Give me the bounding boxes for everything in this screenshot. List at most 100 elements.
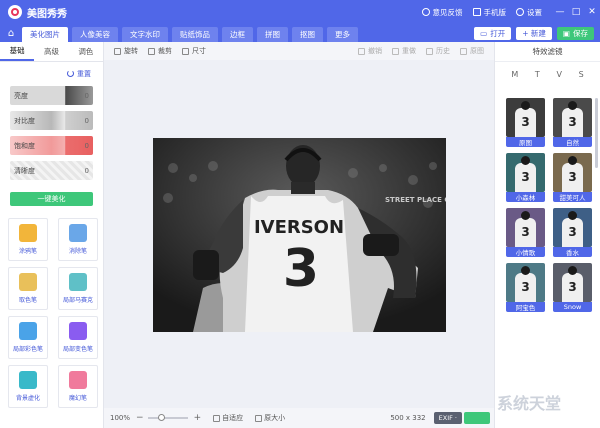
save-icon: ▣ xyxy=(562,28,570,38)
redo-icon xyxy=(392,47,399,55)
tool-button-5[interactable]: 局部变色笔 xyxy=(58,316,98,359)
adjust-panel: 基础 高级 调色 重置 亮度 0 对比度 0 饱和度 0 清晰度 0 一键美化 涂鸦笔 消除笔… xyxy=(0,42,104,428)
open-button[interactable]: ▭ 打开 xyxy=(474,26,512,40)
tool-icon xyxy=(69,273,87,291)
fit-icon xyxy=(213,414,221,422)
filter-item[interactable]: 3 甜美可人 xyxy=(553,153,592,202)
tool-icon xyxy=(69,224,87,242)
zoom-out-button[interactable]: − xyxy=(136,413,144,423)
filter-thumbnail: 3 xyxy=(506,153,545,192)
tool-icon xyxy=(19,273,37,291)
history-icon xyxy=(426,47,433,55)
actual-size-button[interactable]: 原大小 xyxy=(255,413,285,423)
refresh-icon xyxy=(67,70,74,77)
nav-tab-6[interactable]: 抠图 xyxy=(292,27,323,42)
rotate-icon xyxy=(114,47,121,55)
reset-button[interactable]: 重置 xyxy=(0,62,103,80)
tool-button-3[interactable]: 局部马赛克 xyxy=(58,267,98,310)
filter-name: 香水 xyxy=(553,247,592,257)
crop-icon xyxy=(148,47,155,55)
site-watermark: 系统天堂 xyxy=(496,394,561,413)
filter-panel: 特效滤镜 MTVS 3 原图 3 自然 3 小森林 3 甜美可人 3 小情歌 3 香水 3 阿宝色 3 Sno… xyxy=(494,42,600,428)
saturation-slider[interactable]: 饱和度 0 xyxy=(10,136,93,155)
tool-button-2[interactable]: 取色笔 xyxy=(8,267,48,310)
nav-tab-5[interactable]: 拼图 xyxy=(257,27,288,42)
brightness-slider[interactable]: 亮度 0 xyxy=(10,86,93,105)
tool-label: 局部彩色笔 xyxy=(12,346,43,353)
tool-button-0[interactable]: 涂鸦笔 xyxy=(8,218,48,261)
title-bar: 美图秀秀 意见反馈 手机版 设置 — □ ✕ xyxy=(0,0,600,24)
jersey-number: 3 xyxy=(283,239,319,299)
actual-size-icon xyxy=(255,414,263,422)
arena-banner: STREET PLACE ON EARTH xyxy=(385,196,446,204)
filter-category-1[interactable]: T xyxy=(535,70,540,90)
zoom-slider-handle[interactable] xyxy=(158,414,166,421)
compare-icon xyxy=(460,47,467,55)
exif-button[interactable]: EXIF · xyxy=(433,412,462,424)
close-button[interactable]: ✕ xyxy=(584,7,600,17)
crop-button[interactable]: 裁剪 xyxy=(148,46,172,56)
filter-category-0[interactable]: M xyxy=(511,70,518,90)
photo-preview[interactable]: STREET PLACE ON EARTH IVERSON 3 xyxy=(153,138,446,332)
status-bar: 100% − + 自适应 原大小 500 x 332 EXIF · xyxy=(104,408,494,428)
tool-icon xyxy=(69,371,87,389)
minimize-button[interactable]: — xyxy=(552,7,568,17)
home-icon[interactable]: ⌂ xyxy=(0,24,22,42)
filter-item[interactable]: 3 香水 xyxy=(553,208,592,257)
feedback-link[interactable]: 意见反馈 xyxy=(421,7,463,18)
main-nav: ⌂ 美化图片 人像美容 文字水印 贴纸饰品 边框 拼图 抠图 更多 ▭ 打开 + 新建 ▣ 保存 xyxy=(0,24,600,42)
filter-name: 甜美可人 xyxy=(553,192,592,202)
basketball-photo: STREET PLACE ON EARTH IVERSON 3 xyxy=(153,138,446,332)
filter-name: 小森林 xyxy=(506,192,545,202)
new-button[interactable]: + 新建 xyxy=(516,26,552,40)
tool-button-7[interactable]: 魔幻笔 xyxy=(58,365,98,408)
resize-button[interactable]: 尺寸 xyxy=(182,46,206,56)
filter-scrollbar[interactable] xyxy=(595,98,598,168)
tool-label: 局部变色笔 xyxy=(62,346,93,353)
editing-canvas[interactable]: STREET PLACE ON EARTH IVERSON 3 xyxy=(104,60,494,408)
zoom-in-button[interactable]: + xyxy=(194,413,202,423)
history-button[interactable]: 历史 xyxy=(426,46,450,56)
nav-tab-3[interactable]: 贴纸饰品 xyxy=(172,27,218,42)
phone-icon xyxy=(472,8,481,16)
filter-name: 阿宝色 xyxy=(506,302,545,312)
nav-tab-7[interactable]: 更多 xyxy=(327,27,358,42)
filter-category-3[interactable]: S xyxy=(579,70,584,90)
redo-button[interactable]: 重做 xyxy=(392,46,416,56)
filter-item[interactable]: 3 小森林 xyxy=(506,153,545,202)
rotate-button[interactable]: 旋转 xyxy=(114,46,138,56)
zoom-slider[interactable] xyxy=(147,414,188,421)
tool-icon xyxy=(19,224,37,242)
subtab-0[interactable]: 基础 xyxy=(0,42,35,61)
filter-thumbnail: 3 xyxy=(553,153,592,192)
sharpness-slider[interactable]: 清晰度 0 xyxy=(10,161,93,180)
fit-button[interactable]: 自适应 xyxy=(213,413,243,423)
nav-tab-2[interactable]: 文字水印 xyxy=(122,27,168,42)
tool-button-6[interactable]: 背景虚化 xyxy=(8,365,48,408)
tool-icon xyxy=(69,322,87,340)
filter-item[interactable]: 3 Snow xyxy=(553,263,592,312)
settings-link[interactable]: 设置 xyxy=(516,7,542,18)
filter-item[interactable]: 3 自然 xyxy=(553,98,592,147)
tool-button-1[interactable]: 消除笔 xyxy=(58,218,98,261)
filter-category-2[interactable]: V xyxy=(556,70,561,90)
maximize-button[interactable]: □ xyxy=(568,7,584,17)
undo-button[interactable]: 撤销 xyxy=(358,46,382,56)
filter-name: 原图 xyxy=(506,137,545,147)
subtab-1[interactable]: 高级 xyxy=(34,42,68,61)
one-click-beautify-button[interactable]: 一键美化 xyxy=(10,192,93,206)
nav-tab-1[interactable]: 人像美容 xyxy=(72,27,118,42)
save-button[interactable]: ▣ 保存 xyxy=(556,26,594,40)
filter-name: 自然 xyxy=(553,137,592,147)
nav-tab-4[interactable]: 边框 xyxy=(222,27,253,42)
mobile-link[interactable]: 手机版 xyxy=(472,7,506,18)
tool-button-4[interactable]: 局部彩色笔 xyxy=(8,316,48,359)
contrast-slider[interactable]: 对比度 0 xyxy=(10,111,93,130)
original-button[interactable]: 原图 xyxy=(460,46,484,56)
tool-label: 局部马赛克 xyxy=(62,297,93,304)
nav-tab-0[interactable]: 美化图片 xyxy=(22,27,68,42)
subtab-2[interactable]: 调色 xyxy=(69,42,103,61)
filter-item[interactable]: 3 阿宝色 xyxy=(506,263,545,312)
filter-item[interactable]: 3 原图 xyxy=(506,98,545,147)
filter-item[interactable]: 3 小情歌 xyxy=(506,208,545,257)
